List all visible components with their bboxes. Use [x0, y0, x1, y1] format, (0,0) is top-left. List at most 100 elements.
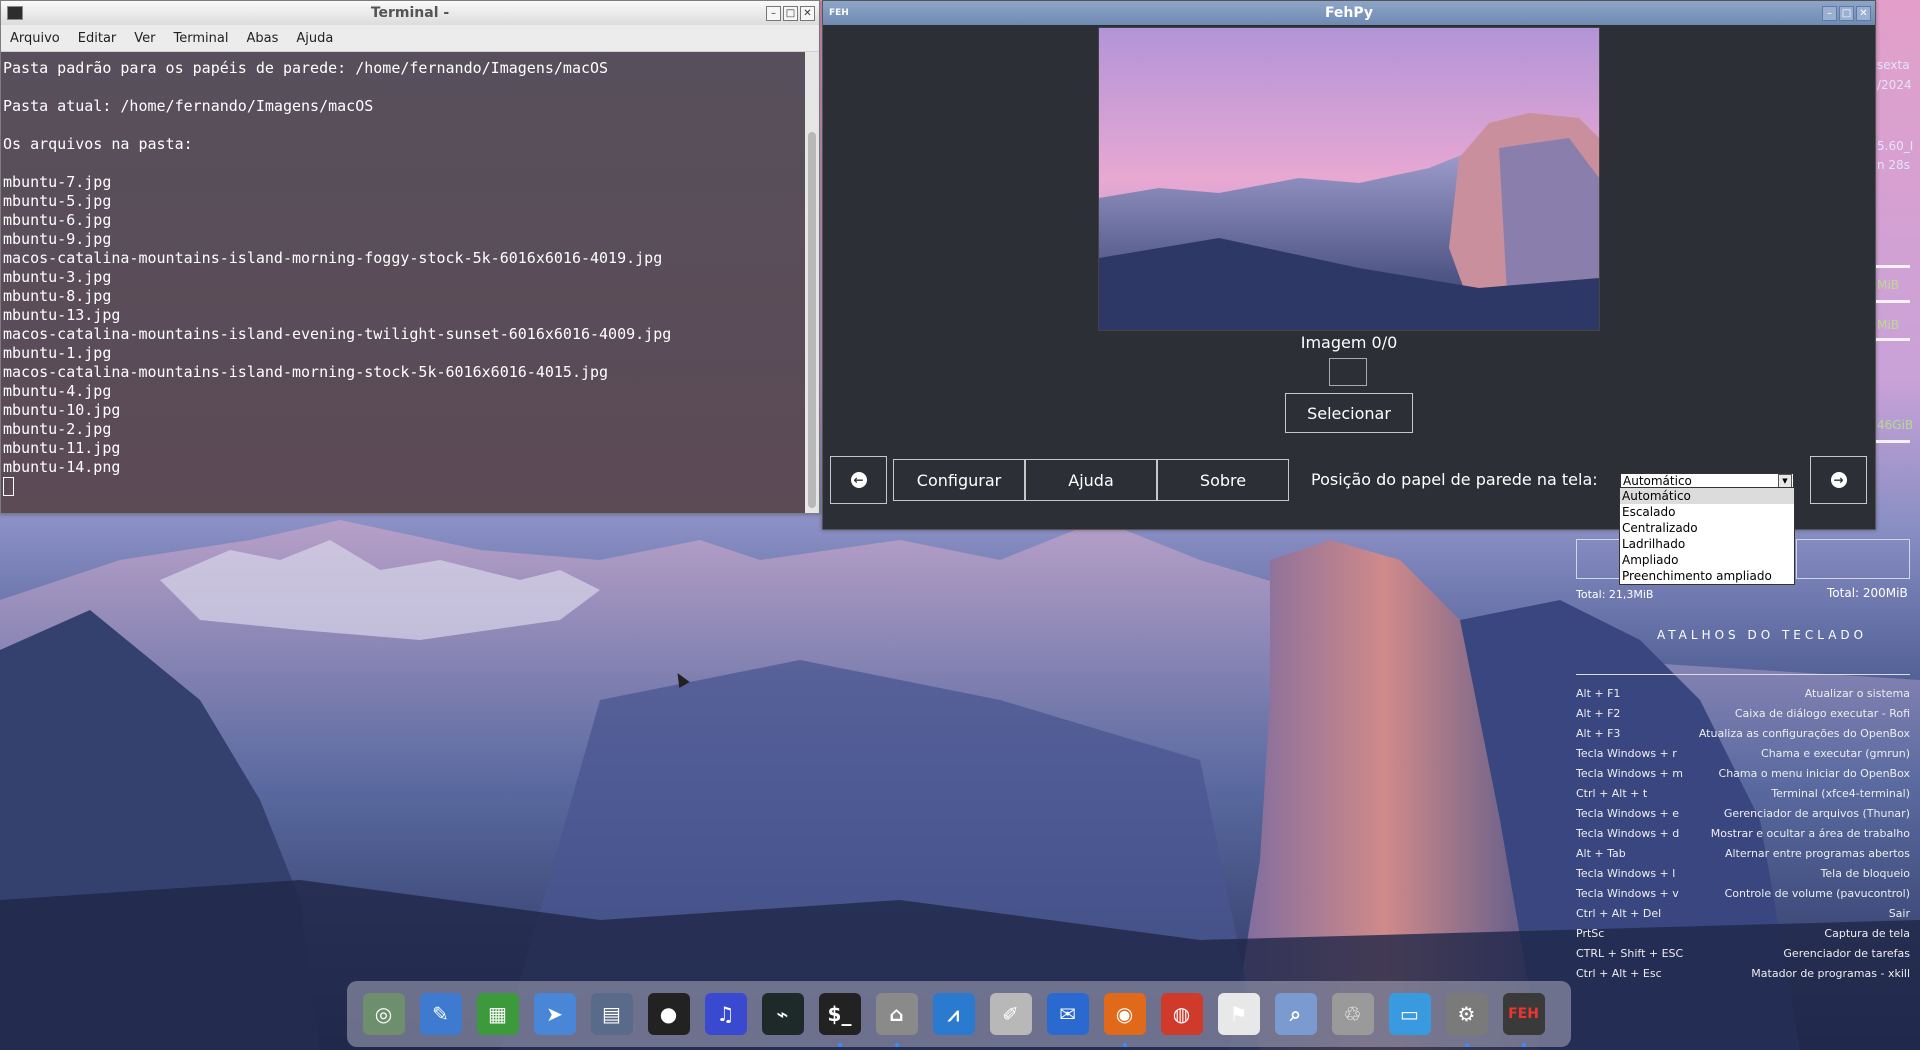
shortcut-action: Atualiza as configurações do OpenBox [1698, 727, 1910, 740]
fehpy-titlebar[interactable]: FEH FehPy – □ ✕ [823, 1, 1875, 25]
dock-item[interactable]: ◎ [357, 988, 410, 1041]
menu-arquivo[interactable]: Arquivo [1, 31, 69, 46]
terminal-title: Terminal - [370, 5, 450, 21]
option-centralizado[interactable]: Centralizado [1620, 520, 1794, 536]
terminal-scrollbar[interactable] [805, 52, 819, 513]
dock-item[interactable]: ✎ [414, 988, 467, 1041]
conky-date: /2024 [1877, 78, 1912, 92]
menu-ver[interactable]: Ver [125, 31, 164, 46]
option-automatico[interactable]: Automático [1620, 488, 1794, 504]
terminal-titlebar[interactable]: Terminal - – □ ✕ [1, 1, 819, 25]
shortcut-key: Tecla Windows + r [1576, 747, 1677, 760]
conky-bar [1876, 300, 1910, 303]
fehpy-window[interactable]: FEH FehPy – □ ✕ Imagem 0/0 Selecionar ← … [822, 0, 1876, 530]
shortcut-key: Alt + F2 [1576, 707, 1621, 720]
calculator-icon: ▤ [590, 993, 633, 1035]
previous-button[interactable]: ← [830, 456, 887, 504]
minimize-button[interactable]: – [1822, 5, 1837, 21]
terminal-window[interactable]: Terminal - – □ ✕ Arquivo Editar Ver Term… [0, 0, 820, 514]
menu-abas[interactable]: Abas [237, 31, 287, 46]
shortcut-key: Alt + Tab [1576, 847, 1626, 860]
text-editor-icon: ✎ [419, 993, 462, 1035]
dock-item[interactable]: ⌂ [870, 988, 923, 1047]
dock-item[interactable]: ⩘ [927, 988, 980, 1041]
shortcut-action: Sair [1888, 907, 1910, 920]
configure-button[interactable]: Configurar [893, 459, 1025, 501]
shortcut-action: Captura de tela [1824, 927, 1910, 940]
thunderbird-icon: ✉ [1046, 993, 1089, 1035]
close-button[interactable]: ✕ [800, 5, 815, 21]
dock-item[interactable]: ▭ [1383, 988, 1436, 1041]
home-folder-icon: ⌂ [875, 993, 918, 1035]
running-indicator [1464, 1042, 1469, 1047]
about-button[interactable]: Sobre [1157, 459, 1289, 501]
shortcut-key: PrtSc [1576, 927, 1605, 940]
gear-icon: ⚙ [1445, 993, 1488, 1035]
conky-mem: MiB [1877, 278, 1899, 292]
firefox-icon: ◉ [1103, 993, 1146, 1035]
conky-bar [1876, 338, 1910, 341]
feh-app-icon: FEH [1502, 993, 1545, 1035]
maximize-button[interactable]: □ [1839, 5, 1854, 21]
color-swatch[interactable] [1329, 358, 1367, 386]
select-button[interactable]: Selecionar [1285, 393, 1413, 433]
dock-item[interactable]: ● [642, 988, 695, 1041]
shortcut-key: Alt + F1 [1576, 687, 1621, 700]
option-preenchimento-ampliado[interactable]: Preenchimento ampliado [1620, 568, 1794, 584]
dock-item[interactable]: ▦ [471, 988, 524, 1041]
shortcut-key: Tecla Windows + e [1576, 807, 1680, 820]
next-button[interactable]: → [1810, 456, 1867, 504]
dock-item[interactable]: ♲ [1326, 988, 1379, 1041]
dock-item[interactable]: ✉ [1041, 988, 1094, 1041]
terminal-output[interactable]: Pasta padrão para os papéis de parede: /… [1, 52, 805, 513]
arrow-left-icon: ← [850, 472, 867, 488]
terminal-app-icon[interactable] [7, 6, 23, 20]
option-escalado[interactable]: Escalado [1620, 504, 1794, 520]
position-dropdown-list[interactable]: Automático Escalado Centralizado Ladrilh… [1619, 487, 1795, 585]
help-button[interactable]: Ajuda [1025, 459, 1157, 501]
terminal-icon: $_ [818, 993, 861, 1035]
terminal-line: macos-catalina-mountains-island-evening-… [3, 325, 672, 343]
arrow-app-icon: ➤ [533, 993, 576, 1035]
dock-item[interactable]: $_ [813, 988, 866, 1047]
terminal-line: mbuntu-13.jpg [3, 306, 121, 324]
terminal-line: mbuntu-10.jpg [3, 401, 121, 419]
dock-item[interactable]: ⌕ [1269, 988, 1322, 1041]
arrow-right-icon: → [1830, 472, 1847, 488]
headphones-icon: ♫ [704, 993, 747, 1035]
option-ampliado[interactable]: Ampliado [1620, 552, 1794, 568]
terminal-line: mbuntu-4.jpg [3, 382, 112, 400]
dock-item[interactable]: FEH [1497, 988, 1550, 1047]
menu-terminal[interactable]: Terminal [165, 31, 238, 46]
scrollbar-thumb[interactable] [808, 132, 816, 508]
dock-item[interactable]: ▤ [585, 988, 638, 1041]
notepad-icon: ✐ [989, 993, 1032, 1035]
dock-item[interactable]: ➤ [528, 988, 581, 1041]
close-button[interactable]: ✕ [1856, 5, 1871, 21]
wallpaper-preview [1098, 27, 1600, 331]
running-indicator [1122, 1042, 1127, 1047]
menu-ajuda[interactable]: Ajuda [287, 31, 342, 46]
network-up-graph [1796, 539, 1910, 579]
dock-item[interactable]: ♫ [699, 988, 752, 1041]
terminal-line: macos-catalina-mountains-island-morning-… [3, 249, 663, 267]
dock-item[interactable]: ◍ [1155, 988, 1208, 1041]
dock-item[interactable]: ⌁ [756, 988, 809, 1041]
menu-editar[interactable]: Editar [69, 31, 126, 46]
shortcut-action: Mostrar e ocultar a área de trabalho [1710, 827, 1910, 840]
shortcuts-list: Alt + F1 Atualizar o sistema Alt + F2 Caix… [1576, 684, 1910, 984]
conky-kernel: 5.60_I [1877, 139, 1914, 153]
running-indicator [894, 1042, 899, 1047]
minimize-button[interactable]: – [766, 5, 781, 21]
dock-item[interactable]: ⚙ [1440, 988, 1493, 1047]
maximize-button[interactable]: □ [783, 5, 798, 21]
dock-item[interactable]: ✐ [984, 988, 1037, 1041]
shortcut-action: Atualizar o sistema [1804, 687, 1910, 700]
option-ladrilhado[interactable]: Ladrilhado [1620, 536, 1794, 552]
chevron-down-icon[interactable]: ▼ [1778, 474, 1792, 488]
dock-item[interactable]: ◉ [1098, 988, 1151, 1047]
running-indicator [1521, 1042, 1526, 1047]
dock-item[interactable]: ⚑ [1212, 988, 1265, 1041]
